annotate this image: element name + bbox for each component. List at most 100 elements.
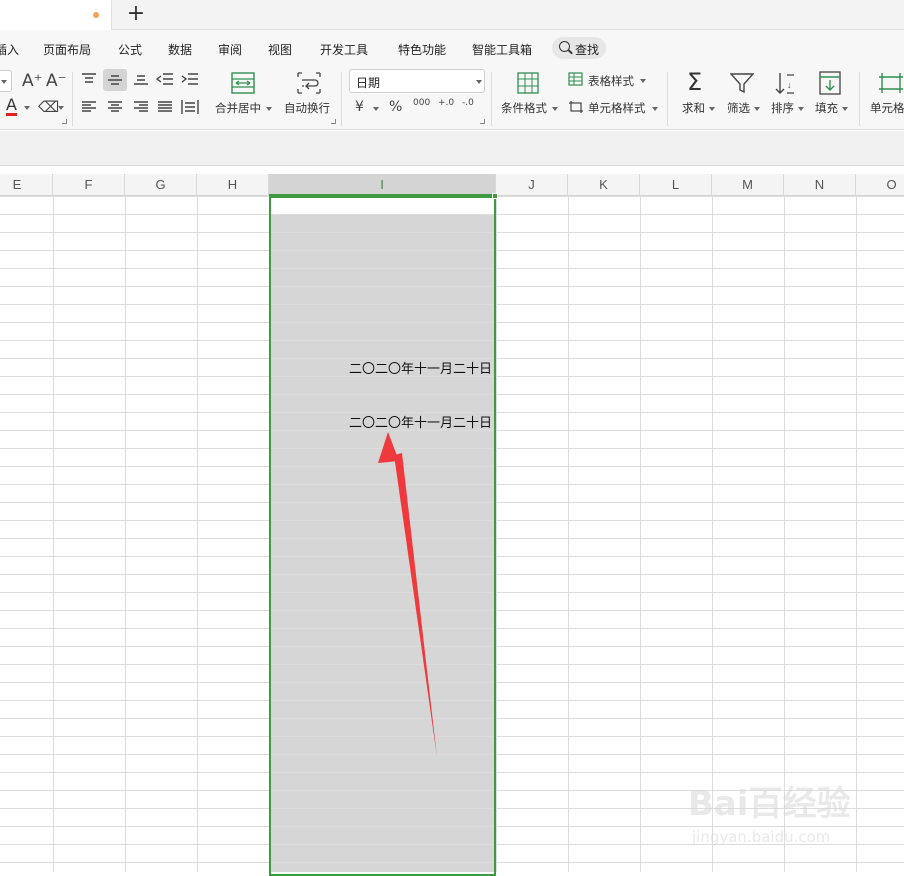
wrap-text-icon bbox=[297, 72, 321, 94]
baidu-watermark: Bai百经验 jingyan.baidu.com bbox=[688, 776, 868, 856]
align-left-icon[interactable] bbox=[81, 100, 97, 114]
eraser-icon[interactable]: ⌫ bbox=[38, 98, 59, 116]
menu-formulas[interactable]: 公式 bbox=[118, 41, 142, 58]
decrease-decimal-button[interactable]: -.0 bbox=[462, 98, 474, 108]
sort-button[interactable]: 排序 bbox=[771, 100, 794, 116]
menu-developer[interactable]: 开发工具 bbox=[320, 41, 368, 58]
filter-icon bbox=[730, 73, 754, 94]
search-icon bbox=[559, 41, 570, 52]
indent-decrease-icon[interactable] bbox=[156, 72, 174, 86]
font-grow-button[interactable]: A⁺ bbox=[22, 71, 43, 91]
tab-strip: + bbox=[0, 0, 904, 30]
alignment-dialog-launcher[interactable] bbox=[331, 119, 336, 124]
cell-format-button[interactable]: 单元格 bbox=[870, 100, 904, 116]
thousands-separator-button[interactable]: 000 bbox=[413, 98, 430, 108]
ribbon-toolbar: A⁺ A⁻ A ⌫ 合并居中 自动换行 日期 ¥ % 000 +.0 -.0 条… bbox=[0, 66, 904, 130]
column-header-F[interactable]: F bbox=[53, 174, 125, 196]
distributed-align-icon[interactable] bbox=[181, 99, 199, 115]
column-header-L[interactable]: L bbox=[640, 174, 712, 196]
chevron-down-icon bbox=[58, 106, 64, 110]
indent-increase-icon[interactable] bbox=[181, 72, 199, 86]
sum-button[interactable]: 求和 bbox=[682, 100, 705, 116]
percent-format-button[interactable]: % bbox=[389, 99, 402, 115]
fill-handle[interactable] bbox=[492, 193, 498, 199]
conditional-format-button[interactable]: 条件格式 bbox=[501, 100, 547, 116]
separator bbox=[667, 72, 668, 126]
font-shrink-button[interactable]: A⁻ bbox=[46, 71, 67, 91]
selected-column-range bbox=[269, 196, 496, 876]
watermark-url: jingyan.baidu.com bbox=[692, 828, 831, 846]
menu-features[interactable]: 特色功能 bbox=[398, 41, 446, 58]
watermark-logo: Bai百经验 bbox=[688, 784, 851, 824]
font-dialog-launcher[interactable] bbox=[62, 119, 67, 124]
align-middle-button[interactable] bbox=[103, 69, 127, 91]
cell-style-icon bbox=[569, 101, 583, 113]
column-header-N[interactable]: N bbox=[784, 174, 856, 196]
column-header-J[interactable]: J bbox=[496, 174, 568, 196]
align-bottom-icon[interactable] bbox=[133, 72, 149, 86]
menu-smart-toolbox[interactable]: 智能工具箱 bbox=[472, 41, 532, 58]
chevron-down-icon bbox=[652, 107, 658, 111]
column-header-H[interactable]: H bbox=[197, 174, 269, 196]
chevron-down-icon bbox=[709, 107, 715, 111]
align-top-icon[interactable] bbox=[81, 72, 97, 86]
separator bbox=[341, 72, 342, 126]
font-color-button[interactable]: A bbox=[6, 97, 17, 116]
fill-icon bbox=[819, 71, 841, 95]
table-style-button[interactable]: 表格样式 bbox=[588, 73, 634, 89]
unsaved-indicator-dot bbox=[93, 12, 99, 18]
number-format-value: 日期 bbox=[356, 76, 381, 90]
new-tab-button[interactable]: + bbox=[124, 3, 148, 27]
wrap-text-button[interactable]: 自动换行 bbox=[284, 100, 330, 116]
align-right-icon[interactable] bbox=[133, 100, 149, 114]
menu-data[interactable]: 数据 bbox=[168, 41, 192, 58]
separator bbox=[491, 72, 492, 126]
merge-center-button[interactable]: 合并居中 bbox=[215, 100, 261, 116]
chevron-down-icon bbox=[842, 107, 848, 111]
cell-format-icon bbox=[879, 73, 903, 93]
column-header-E[interactable]: E bbox=[0, 174, 53, 196]
svg-text:↓: ↓ bbox=[787, 80, 792, 90]
chevron-down-icon bbox=[798, 107, 804, 111]
conditional-format-icon bbox=[517, 72, 539, 94]
column-header-G[interactable]: G bbox=[125, 174, 197, 196]
align-justify-icon[interactable] bbox=[157, 100, 173, 114]
merge-cells-icon bbox=[231, 72, 255, 94]
column-header-M[interactable]: M bbox=[712, 174, 784, 196]
table-style-icon bbox=[568, 72, 583, 86]
formula-bar-area bbox=[0, 131, 904, 166]
column-header-I[interactable]: I bbox=[269, 174, 496, 196]
chevron-down-icon bbox=[754, 107, 760, 111]
chevron-down-icon bbox=[476, 80, 482, 84]
separator bbox=[859, 72, 860, 126]
align-center-icon[interactable] bbox=[107, 100, 123, 114]
fill-button[interactable]: 填充 bbox=[815, 100, 838, 116]
column-header-O[interactable]: O bbox=[856, 174, 904, 196]
chevron-down-icon bbox=[1, 80, 7, 84]
search-label: 查找 bbox=[575, 43, 600, 57]
separator bbox=[72, 72, 73, 126]
chevron-down-icon bbox=[266, 107, 272, 111]
menu-insert[interactable]: 插入 bbox=[0, 41, 19, 58]
chevron-down-icon bbox=[552, 107, 558, 111]
chevron-down-icon bbox=[24, 106, 30, 110]
column-header-K[interactable]: K bbox=[568, 174, 640, 196]
increase-decimal-button[interactable]: +.0 bbox=[438, 98, 454, 108]
menu-review[interactable]: 审阅 bbox=[218, 41, 242, 58]
menu-bar: 插入 页面布局 公式 数据 审阅 视图 开发工具 特色功能 智能工具箱 查找 bbox=[0, 30, 904, 66]
align-middle-icon bbox=[108, 75, 122, 85]
document-tab[interactable] bbox=[0, 0, 112, 30]
search-button[interactable]: 查找 bbox=[552, 37, 606, 59]
filter-button[interactable]: 筛选 bbox=[727, 100, 750, 116]
chevron-down-icon bbox=[640, 79, 646, 83]
currency-format-button[interactable]: ¥ bbox=[355, 99, 364, 115]
column-header-row: E F G H I J K L M N O bbox=[0, 174, 904, 196]
sort-icon: ↓ bbox=[775, 73, 794, 94]
sum-icon: Σ bbox=[687, 68, 703, 96]
number-dialog-launcher[interactable] bbox=[480, 119, 485, 124]
font-size-dropdown[interactable] bbox=[0, 70, 12, 92]
menu-page-layout[interactable]: 页面布局 bbox=[43, 41, 91, 58]
number-format-select[interactable]: 日期 bbox=[349, 69, 485, 93]
cell-style-button[interactable]: 单元格样式 bbox=[588, 100, 646, 116]
menu-view[interactable]: 视图 bbox=[268, 41, 292, 58]
